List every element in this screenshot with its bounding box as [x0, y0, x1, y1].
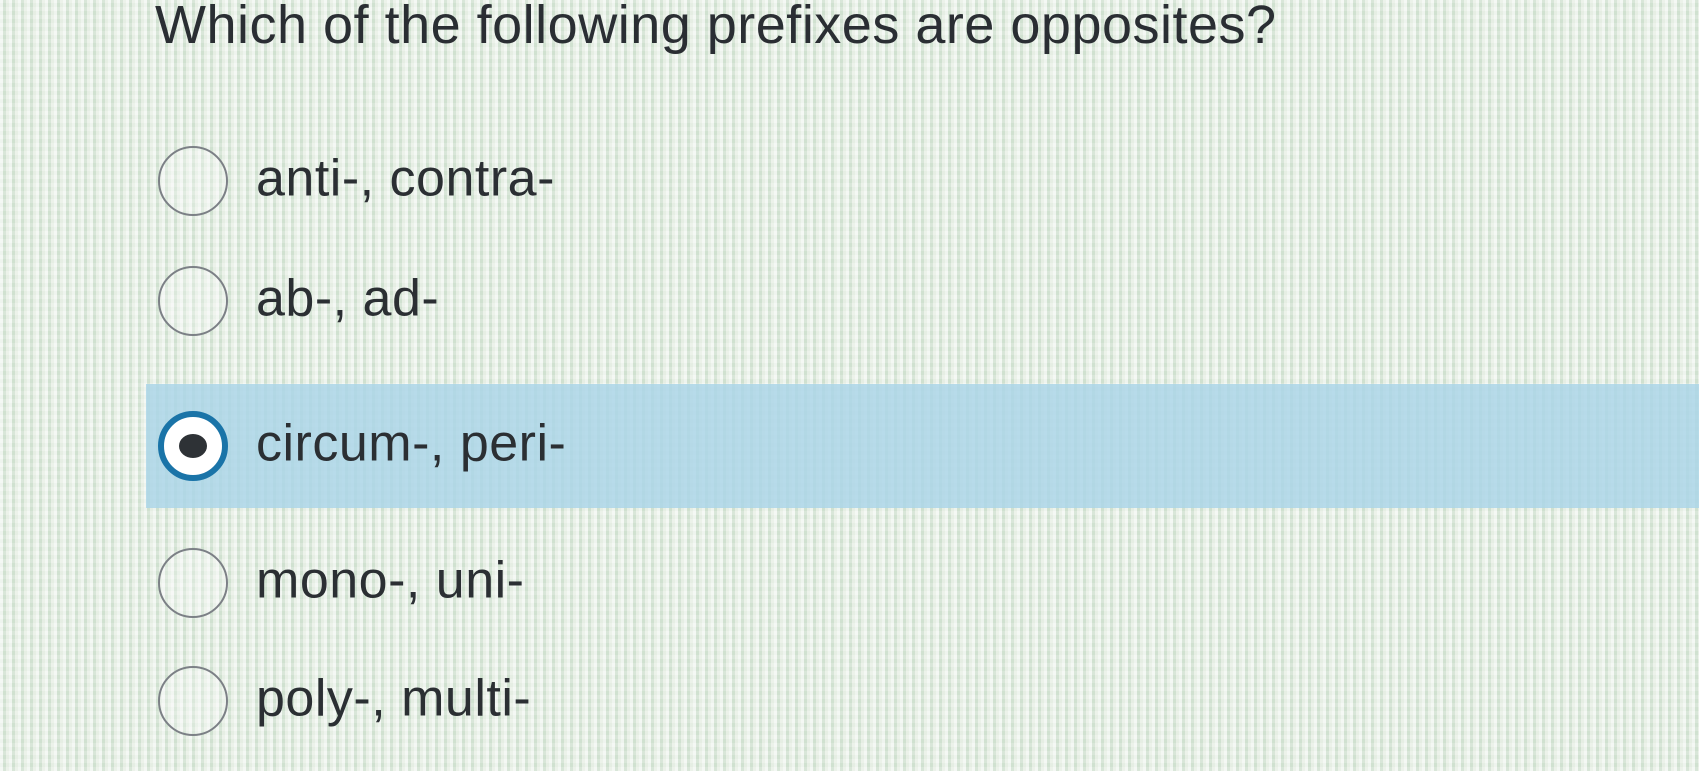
answer-options: anti-, contra- ab-, ad- circum-, peri- m… [0, 0, 1699, 771]
option-label: circum-, peri- [256, 414, 567, 473]
option-label: mono-, uni- [256, 551, 525, 610]
radio-button[interactable] [158, 146, 228, 216]
option-poly-multi[interactable]: poly-, multi- [146, 640, 1699, 762]
option-mono-uni[interactable]: mono-, uni- [146, 522, 1699, 644]
option-label: anti-, contra- [256, 149, 555, 208]
radio-button[interactable] [158, 666, 228, 736]
quiz-page: Which of the following prefixes are oppo… [0, 0, 1699, 771]
radio-button[interactable] [158, 548, 228, 618]
option-label: poly-, multi- [256, 669, 532, 728]
radio-button[interactable] [158, 266, 228, 336]
radio-button-selected[interactable] [158, 411, 228, 481]
option-anti-contra[interactable]: anti-, contra- [146, 120, 1699, 242]
option-circum-peri[interactable]: circum-, peri- [146, 384, 1699, 508]
option-ab-ad[interactable]: ab-, ad- [146, 240, 1699, 362]
option-label: ab-, ad- [256, 269, 440, 328]
radio-dot-icon [179, 434, 207, 458]
